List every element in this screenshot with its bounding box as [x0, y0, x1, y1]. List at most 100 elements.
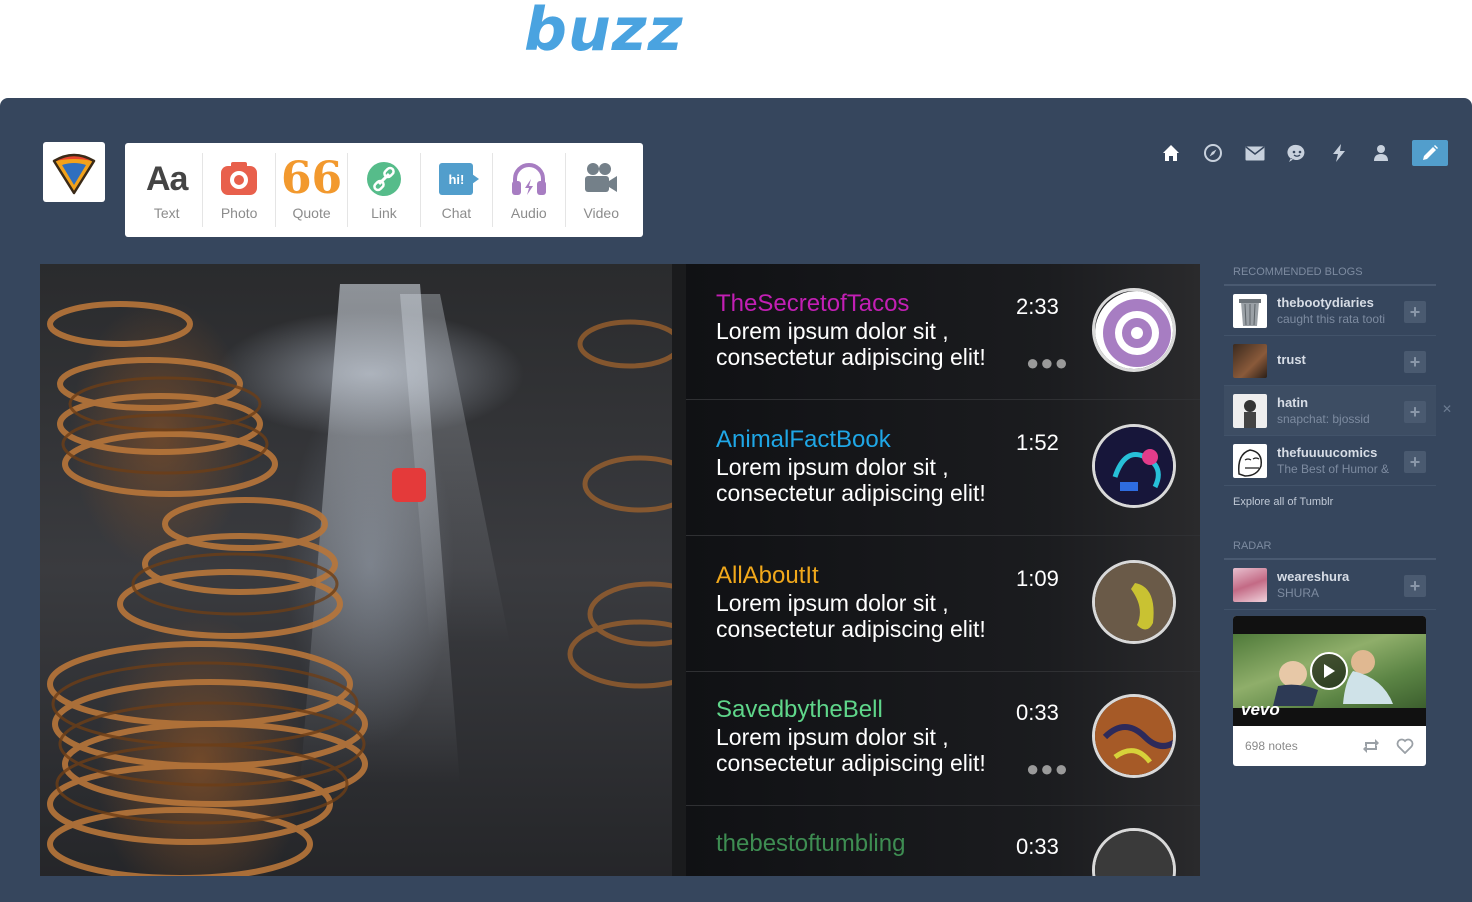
feed-avatar-image — [1095, 697, 1173, 775]
blog-name: trust — [1277, 352, 1306, 367]
feed-item[interactable]: AnimalFactBook 1:52 Lorem ipsum dolor sit … — [686, 400, 1200, 536]
feed-text-line: consectetur adipiscing elit! — [716, 750, 986, 776]
recommended-blog[interactable]: thebootydiaries caught this rata tooti + — [1224, 286, 1436, 336]
radar-video[interactable]: vevo — [1233, 616, 1426, 726]
feed-blog-name[interactable]: TheSecretofTacos — [716, 290, 909, 318]
post-audio-button[interactable]: Audio — [493, 153, 566, 227]
featured-panel: TheSecretofTacos 2:33 Lorem ipsum dolor si… — [40, 264, 1200, 876]
blog-name: thebootydiaries — [1277, 295, 1374, 310]
feed-blog-name[interactable]: AnimalFactBook — [716, 426, 891, 454]
radar-blog[interactable]: weareshura SHURA + — [1224, 560, 1436, 610]
account-icon[interactable] — [1360, 141, 1402, 165]
feed-text-line: consectetur adipiscing elit! — [716, 480, 986, 506]
post-quote-button[interactable]: 66 Quote — [276, 153, 349, 227]
feed-time: 1:52 — [1016, 430, 1059, 455]
post-type-label: Text — [153, 205, 180, 221]
feed-text-line: Lorem ipsum dolor sit , — [716, 454, 949, 480]
reblog-icon[interactable] — [1362, 738, 1380, 754]
text-aa-icon: Aa — [145, 159, 188, 198]
blog-subtitle: SHURA — [1277, 586, 1320, 600]
blog-avatar — [1233, 293, 1267, 328]
post-type-label: Quote — [292, 205, 331, 221]
post-type-label: Chat — [441, 205, 472, 221]
feed-text-line: Lorem ipsum dolor sit , — [716, 590, 949, 616]
link-icon — [366, 159, 402, 199]
follow-button[interactable]: + — [1404, 575, 1426, 597]
follow-button[interactable]: + — [1404, 401, 1426, 423]
incense-coils-illustration — [47, 264, 686, 876]
more-options-icon[interactable]: ●●● — [1026, 350, 1069, 376]
post-type-label: Audio — [510, 205, 547, 221]
feed-time: 0:33 — [1016, 834, 1059, 859]
taco-icon — [52, 153, 96, 195]
recommended-blog[interactable]: hatin snapchat: bjossid + ✕ — [1224, 386, 1452, 436]
feed-avatar-image — [1095, 291, 1173, 369]
feed-avatar[interactable] — [1092, 288, 1176, 372]
feed-avatar-image — [1095, 563, 1173, 641]
follow-button[interactable]: + — [1404, 301, 1426, 323]
feed-text-line: consectetur adipiscing elit! — [716, 344, 986, 370]
feed-time: 0:33 — [1016, 700, 1059, 725]
lightning-icon[interactable] — [1318, 141, 1360, 165]
chat-icon[interactable] — [1276, 141, 1318, 165]
recommended-blog[interactable]: thefuuuucomics The Best of Humor & + — [1224, 436, 1436, 486]
feed-avatar[interactable] — [1092, 694, 1176, 778]
blog-subtitle: caught this rata tooti — [1277, 312, 1386, 326]
blog-avatar — [1233, 343, 1267, 378]
post-footer: 698 notes — [1233, 726, 1426, 766]
sidebar: RECOMMENDED BLOGS thebootydiaries caught… — [1224, 262, 1452, 766]
post-type-bar: Aa Text Photo 66 Quote Link hi! Chat Aud… — [125, 143, 643, 237]
compose-button[interactable] — [1412, 140, 1448, 166]
heart-icon[interactable] — [1396, 738, 1414, 754]
post-chat-button[interactable]: hi! Chat — [421, 153, 494, 227]
feed-item[interactable]: AllAboutIt 1:09 Lorem ipsum dolor sit , con… — [686, 536, 1200, 672]
feed-blog-name[interactable]: SavedbytheBell — [716, 696, 883, 724]
feed-text: Lorem ipsum dolor sit , consectetur adipi… — [716, 454, 1016, 506]
follow-button[interactable]: + — [1404, 451, 1426, 473]
feed-blog-name[interactable]: thebestoftumbling — [716, 830, 905, 858]
top-navigation — [1150, 140, 1448, 166]
radar-post-card: vevo 698 notes — [1233, 616, 1426, 766]
notes-count[interactable]: 698 notes — [1245, 739, 1298, 753]
feed-text-line: Lorem ipsum dolor sit , — [716, 724, 949, 750]
feed-time: 2:33 — [1016, 294, 1059, 319]
feed-text: Lorem ipsum dolor sit , consectetur adipi… — [716, 318, 1016, 370]
feed-time: 1:09 — [1016, 566, 1059, 591]
post-text-button[interactable]: Aa Text — [131, 153, 204, 227]
feed-blog-name[interactable]: AllAboutIt — [716, 562, 819, 590]
incense-coils-photo — [40, 264, 686, 876]
blog-avatar — [1233, 443, 1267, 478]
post-video-button[interactable]: Video — [566, 153, 637, 227]
feed-avatar[interactable] — [1092, 828, 1176, 876]
headphones-icon — [510, 159, 548, 199]
recommended-blog[interactable]: trust + — [1224, 336, 1436, 386]
video-camera-icon — [583, 159, 619, 199]
feed-avatar-image — [1095, 831, 1173, 876]
post-type-label: Link — [371, 205, 397, 221]
quote-icon: 66 — [280, 153, 343, 204]
follow-button[interactable]: + — [1404, 351, 1426, 373]
feed-list: TheSecretofTacos 2:33 Lorem ipsum dolor si… — [686, 264, 1200, 876]
brand-logo: buzz — [524, 0, 684, 65]
blog-name: weareshura — [1277, 569, 1350, 584]
user-avatar[interactable] — [43, 142, 105, 202]
mail-icon[interactable] — [1234, 141, 1276, 165]
feed-item[interactable]: thebestoftumbling 0:33 — [686, 804, 1200, 876]
home-icon[interactable] — [1150, 141, 1192, 165]
radar-heading: RADAR — [1224, 536, 1436, 560]
blog-avatar — [1233, 567, 1267, 602]
post-photo-button[interactable]: Photo — [203, 153, 276, 227]
dashboard: Aa Text Photo 66 Quote Link hi! Chat Aud… — [0, 98, 1472, 902]
feed-avatar[interactable] — [1092, 424, 1176, 508]
dismiss-icon[interactable]: ✕ — [1442, 402, 1452, 416]
more-options-icon[interactable]: ●●● — [1026, 756, 1069, 782]
play-button[interactable] — [1310, 652, 1348, 690]
explore-link[interactable]: Explore all of Tumblr — [1224, 486, 1436, 522]
feed-item[interactable]: SavedbytheBell 0:33 Lorem ipsum dolor sit … — [686, 670, 1200, 806]
blog-name: thefuuuucomics — [1277, 445, 1378, 460]
feed-avatar[interactable] — [1092, 560, 1176, 644]
feed-item[interactable]: TheSecretofTacos 2:33 Lorem ipsum dolor si… — [686, 264, 1200, 400]
post-type-label: Photo — [220, 205, 258, 221]
post-link-button[interactable]: Link — [348, 153, 421, 227]
compass-icon[interactable] — [1192, 141, 1234, 165]
